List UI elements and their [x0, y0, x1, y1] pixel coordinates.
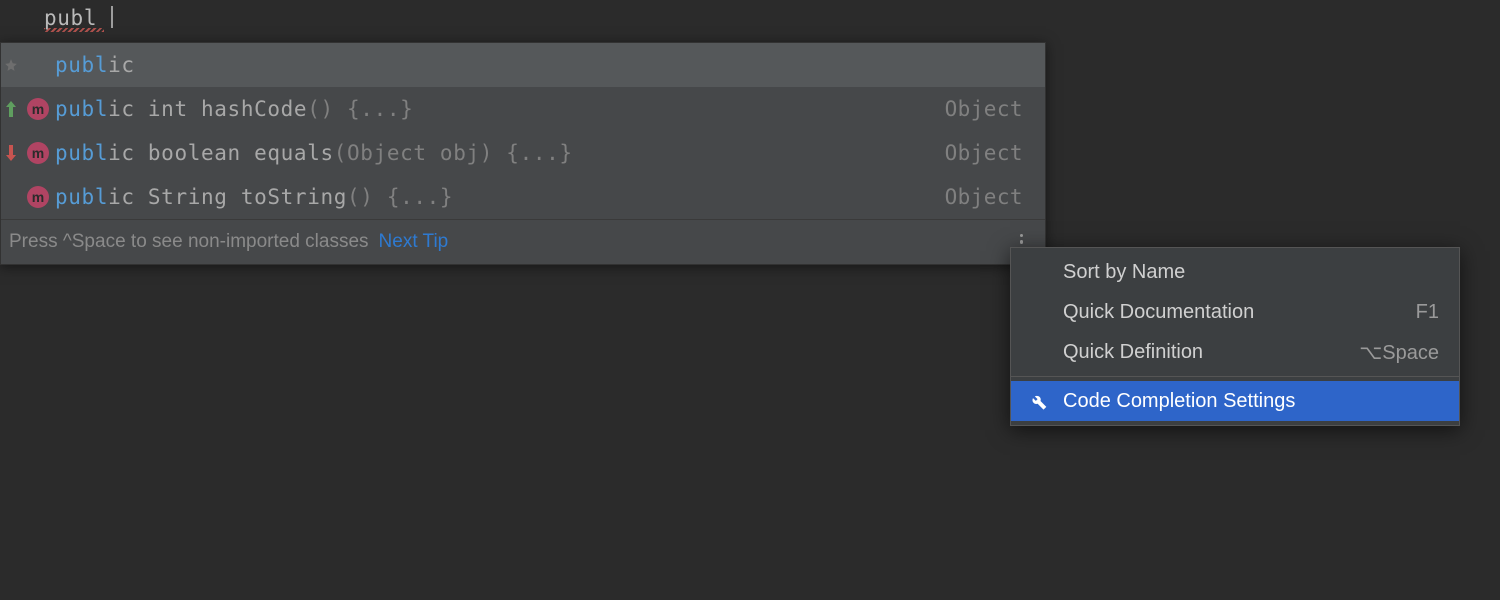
completion-type: Object: [945, 185, 1023, 209]
override-up-icon: [1, 101, 21, 117]
completion-context-menu: Sort by NameQuick DocumentationF1Quick D…: [1010, 247, 1460, 426]
error-underline: [44, 28, 104, 32]
completion-type: Object: [945, 141, 1023, 165]
completion-item[interactable]: mpublic boolean equals(Object obj) {...}…: [1, 131, 1045, 175]
completion-text: public: [55, 53, 135, 77]
method-icon: m: [21, 98, 55, 120]
completion-text: public boolean equals(Object obj) {...}: [55, 141, 573, 165]
completion-type: Object: [945, 97, 1023, 121]
menu-item-label: Quick Documentation: [1063, 301, 1254, 324]
method-icon: m: [21, 142, 55, 164]
editor-line[interactable]: publ: [0, 0, 1500, 42]
menu-item-label: Quick Definition: [1063, 341, 1203, 364]
completion-item[interactable]: public: [1, 43, 1045, 87]
method-icon: m: [21, 186, 55, 208]
wrench-icon: [1027, 390, 1049, 412]
menu-item-label: Sort by Name: [1063, 261, 1185, 284]
menu-item[interactable]: Code Completion Settings: [1011, 381, 1459, 421]
completion-item[interactable]: mpublic String toString() {...} Object: [1, 175, 1045, 219]
menu-item[interactable]: Quick Definition ⌥Space: [1011, 332, 1459, 372]
menu-item[interactable]: Sort by Name: [1011, 252, 1459, 292]
menu-item-shortcut: F1: [1416, 301, 1439, 324]
completion-list: publicmpublic int hashCode() {...}Object…: [1, 43, 1045, 219]
override-down-icon: [1, 145, 21, 161]
completion-text: public int hashCode() {...}: [55, 97, 413, 121]
typed-text: publ: [44, 6, 110, 30]
completion-footer: Press ^Space to see non-imported classes…: [1, 219, 1045, 264]
menu-separator: [1011, 376, 1459, 377]
relevance-star-icon: [1, 58, 21, 72]
menu-item-shortcut: ⌥Space: [1359, 340, 1439, 365]
completion-popup: publicmpublic int hashCode() {...}Object…: [0, 42, 1046, 265]
menu-item-label: Code Completion Settings: [1063, 390, 1295, 413]
completion-item[interactable]: mpublic int hashCode() {...} Object: [1, 87, 1045, 131]
menu-item[interactable]: Quick Documentation F1: [1011, 292, 1459, 332]
completion-text: public String toString() {...}: [55, 185, 453, 209]
footer-hint: Press ^Space to see non-imported classes: [9, 231, 369, 253]
next-tip-link[interactable]: Next Tip: [379, 231, 449, 253]
